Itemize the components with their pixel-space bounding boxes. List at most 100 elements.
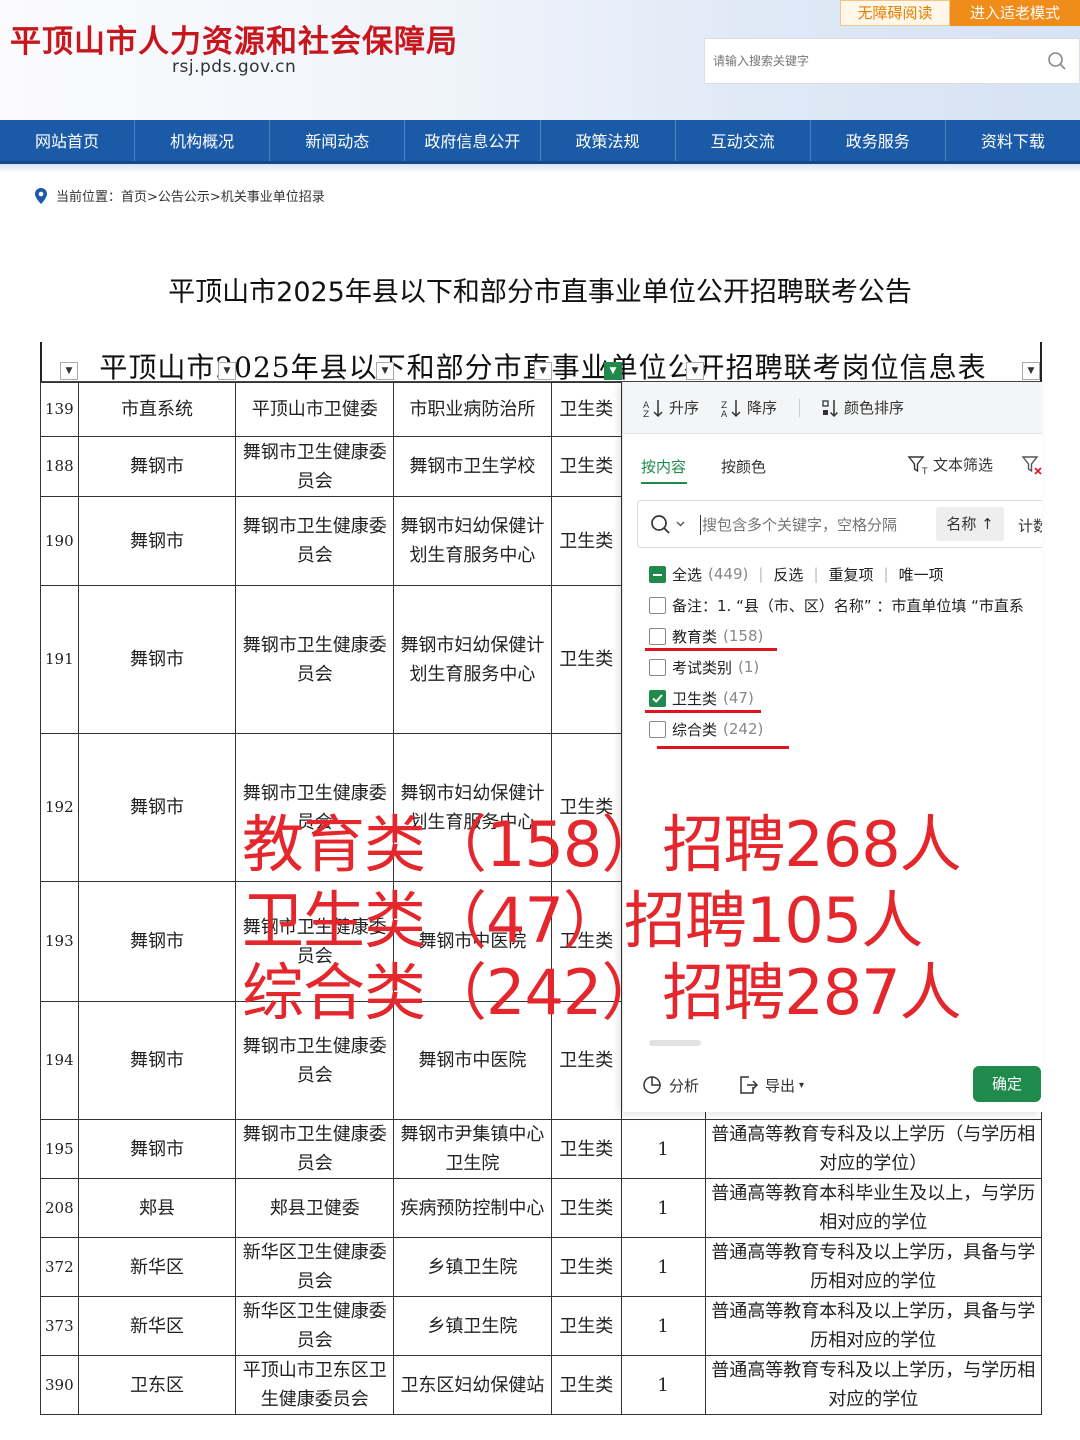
cell-no[interactable]: 193 (40, 881, 79, 1002)
filter-dropdown-icon[interactable]: ▼ (218, 362, 236, 380)
cell-edu[interactable]: 普通高等教育专科及以上学历，与学历相对应的学位 (704, 1355, 1043, 1415)
filter-dropdown-icon[interactable]: ▼ (376, 362, 394, 380)
cell-unit[interactable]: 舞钢市妇幼保健计划生育服务中心 (393, 585, 552, 734)
cell-dept[interactable]: 舞钢市卫生健康委员会 (235, 496, 395, 586)
cell-type[interactable]: 卫生类 (550, 1119, 622, 1179)
cell-count[interactable]: 1 (620, 1178, 706, 1238)
cell-count[interactable]: 1 (620, 1296, 706, 1356)
nav-downloads[interactable]: 资料下载 (946, 120, 1080, 161)
text-filter-button[interactable]: T 文本筛选 (907, 454, 993, 475)
cell-count[interactable]: 1 (620, 1355, 706, 1415)
filter-dropdown-icon[interactable]: ▼ (1022, 362, 1040, 380)
cell-unit[interactable]: 疾病预防控制中心 (393, 1178, 552, 1238)
filter-option[interactable]: 教育类 (158) (649, 624, 763, 648)
nav-news[interactable]: 新闻动态 (270, 120, 406, 161)
cell-unit[interactable]: 舞钢市卫生学校 (393, 436, 552, 497)
invert-selection-button[interactable]: 反选 (773, 564, 803, 585)
cell-dept[interactable]: 郏县卫健委 (235, 1178, 395, 1238)
sort-asc-button[interactable]: AZ 升序 (643, 397, 699, 418)
filter-dropdown-icon[interactable]: ▼ (534, 362, 552, 380)
cell-unit[interactable]: 乡镇卫生院 (393, 1237, 552, 1297)
cell-type[interactable]: 卫生类 (550, 1237, 622, 1297)
checkbox[interactable] (649, 658, 666, 676)
tab-by-content[interactable]: 按内容 (641, 456, 686, 477)
breadcrumb-text[interactable]: 当前位置：首页>公告公示>机关事业单位招录 (56, 186, 325, 205)
cell-edu[interactable]: 普通高等教育专科及以上学历，具备与学历相对应的学位 (704, 1237, 1043, 1297)
cell-unit[interactable]: 卫东区妇幼保健站 (393, 1355, 552, 1415)
checkbox[interactable] (649, 627, 666, 645)
cell-dept[interactable]: 舞钢市卫生健康委员会 (235, 1119, 395, 1179)
select-all-label[interactable]: 全选 (672, 564, 702, 585)
cell-edu[interactable]: 普通高等教育专科及以上学历（与学历相对应的学位） (704, 1119, 1043, 1179)
cell-area[interactable]: 新华区 (77, 1237, 237, 1297)
cell-area[interactable]: 市直系统 (77, 382, 237, 437)
cell-dept[interactable]: 新华区卫生健康委员会 (235, 1296, 395, 1356)
cell-type[interactable]: 卫生类 (550, 382, 622, 437)
cell-no[interactable]: 139 (40, 382, 79, 437)
cell-dept[interactable]: 舞钢市卫生健康委员会 (235, 585, 395, 734)
cell-count[interactable]: 1 (620, 1119, 706, 1179)
cell-area[interactable]: 舞钢市 (77, 1001, 237, 1120)
filter-search-input[interactable] (702, 511, 902, 539)
filter-dropdown-icon[interactable]: ▼ (60, 362, 78, 380)
search-icon[interactable] (1047, 51, 1067, 71)
filter-dropdown-icon[interactable]: ▼ (686, 362, 704, 380)
cell-no[interactable]: 192 (40, 733, 79, 882)
cell-no[interactable]: 195 (40, 1119, 79, 1179)
checkbox[interactable] (649, 720, 666, 738)
nav-services[interactable]: 政务服务 (811, 120, 946, 161)
analyze-button[interactable]: 分析 (641, 1074, 699, 1096)
unique-button[interactable]: 唯一项 (899, 564, 944, 585)
nav-policy[interactable]: 政策法规 (541, 120, 676, 161)
cell-no[interactable]: 194 (40, 1001, 79, 1120)
sort-desc-button[interactable]: ZA 降序 (721, 397, 777, 418)
cell-unit[interactable]: 市职业病防治所 (393, 382, 552, 437)
cell-no[interactable]: 208 (40, 1178, 79, 1238)
count-sort-button[interactable]: 计数 (1018, 515, 1042, 536)
select-all-checkbox[interactable] (649, 565, 666, 583)
search-input[interactable] (713, 39, 1033, 83)
export-button[interactable]: 导出 ▾ (737, 1074, 804, 1096)
cell-area[interactable]: 舞钢市 (77, 585, 237, 734)
cell-unit[interactable]: 乡镇卫生院 (393, 1296, 552, 1356)
nav-home[interactable]: 网站首页 (0, 120, 136, 161)
cell-type[interactable]: 卫生类 (550, 496, 622, 586)
cell-no[interactable]: 191 (40, 585, 79, 734)
accessibility-button[interactable]: 无障碍阅读 (840, 0, 950, 26)
cell-dept[interactable]: 舞钢市卫生健康委员会 (235, 436, 395, 497)
cell-edu[interactable]: 普通高等教育本科毕业生及以上，与学历相对应的学位 (704, 1178, 1043, 1238)
cell-unit[interactable]: 舞钢市尹集镇中心卫生院 (393, 1119, 552, 1179)
cell-area[interactable]: 卫东区 (77, 1355, 237, 1415)
cell-area[interactable]: 舞钢市 (77, 733, 237, 882)
cell-area[interactable]: 新华区 (77, 1296, 237, 1356)
cell-count[interactable]: 1 (620, 1237, 706, 1297)
checkbox-checked[interactable] (649, 689, 666, 707)
confirm-button[interactable]: 确定 (973, 1066, 1041, 1102)
elder-mode-button[interactable]: 进入适老模式 (950, 0, 1080, 26)
search-icon[interactable] (650, 513, 690, 537)
cell-dept[interactable]: 平顶山市卫东区卫生健康委员会 (235, 1355, 395, 1415)
cell-area[interactable]: 舞钢市 (77, 436, 237, 497)
nav-gov-info[interactable]: 政府信息公开 (405, 120, 541, 161)
site-title[interactable]: 平顶山市人力资源和社会保障局 (10, 16, 458, 61)
cell-no[interactable]: 190 (40, 496, 79, 586)
filter-option[interactable]: 卫生类 (47) (649, 686, 754, 710)
sort-color-button[interactable]: 颜色排序 (822, 397, 904, 418)
cell-area[interactable]: 舞钢市 (77, 496, 237, 586)
name-sort-button[interactable]: 名称 ↑ (936, 507, 1004, 541)
cell-type[interactable]: 卫生类 (550, 1296, 622, 1356)
cell-no[interactable]: 373 (40, 1296, 79, 1356)
cell-area[interactable]: 郏县 (77, 1178, 237, 1238)
active-filter-icon[interactable]: ▼ (604, 362, 622, 380)
cell-no[interactable]: 188 (40, 436, 79, 497)
scrollbar[interactable] (649, 1040, 701, 1046)
cell-type[interactable]: 卫生类 (550, 1355, 622, 1415)
cell-edu[interactable]: 普通高等教育本科及以上学历，具备与学历相对应的学位 (704, 1296, 1043, 1356)
cell-type[interactable]: 卫生类 (550, 436, 622, 497)
cell-type[interactable]: 卫生类 (550, 1178, 622, 1238)
cell-unit[interactable]: 舞钢市妇幼保健计划生育服务中心 (393, 496, 552, 586)
filter-option[interactable]: 综合类 (242) (649, 717, 763, 741)
checkbox[interactable] (649, 596, 666, 614)
duplicates-button[interactable]: 重复项 (829, 564, 874, 585)
cell-no[interactable]: 372 (40, 1237, 79, 1297)
